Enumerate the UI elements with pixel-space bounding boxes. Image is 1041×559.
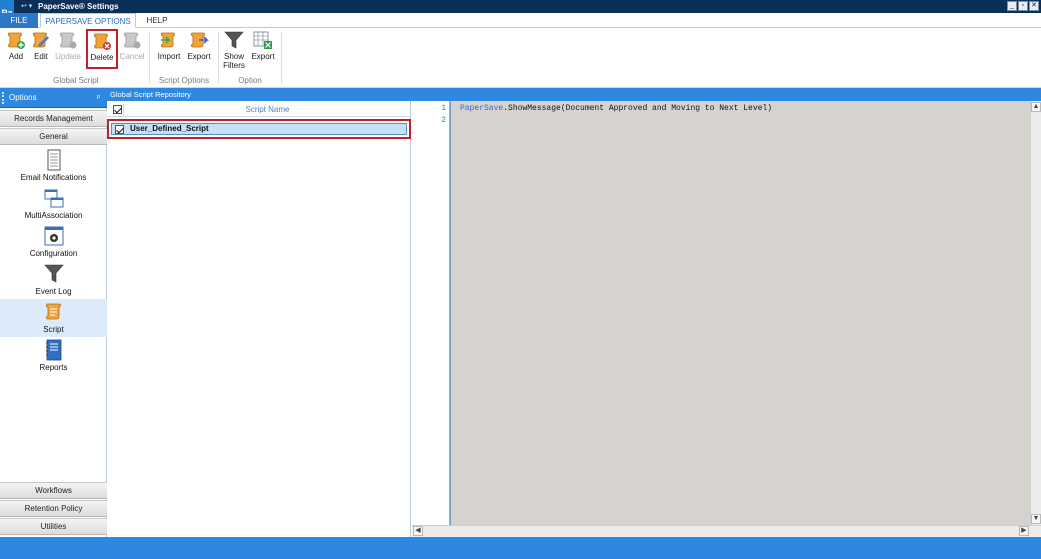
sidebar-item-configuration[interactable]: Configuration (0, 223, 107, 261)
cancel-label: Cancel (119, 52, 145, 61)
sidebar-item-label: Email Notifications (20, 173, 87, 182)
windows-icon (44, 189, 63, 208)
sidebar-item-email-notifications[interactable]: Email Notifications (0, 147, 107, 185)
sidebar-item-label: Configuration (29, 249, 78, 258)
line-number: 1 (441, 104, 446, 113)
ribbon: Add Edit Update Delete Cancel Global Scr… (0, 28, 1041, 88)
script-delete-icon (93, 33, 111, 50)
repository-title: Global Script Repository (110, 90, 191, 99)
export-button[interactable]: Export (185, 30, 213, 66)
script-cancel-icon (123, 32, 141, 49)
edit-button[interactable]: Edit (27, 30, 55, 66)
add-label: Add (8, 52, 24, 61)
sidebar-item-script[interactable]: Script (0, 299, 107, 337)
cancel-button[interactable]: Cancel (118, 30, 146, 66)
sidebar-item-reports[interactable]: Reports (0, 337, 107, 375)
tab-papersave-options[interactable]: PAPERSAVE OPTIONS (40, 13, 136, 28)
import-label: Import (157, 52, 181, 61)
options-header: Options ᵖ (0, 88, 107, 108)
group-label-global-script: Global Script (53, 76, 99, 85)
grid-export-label: Export (251, 52, 275, 61)
sidebar-item-event-log[interactable]: Event Log (0, 261, 107, 299)
update-button[interactable]: Update (54, 30, 82, 66)
nav-section-retention-policy[interactable]: Retention Policy (0, 500, 107, 517)
ribbon-tabs: FILE PAPERSAVE OPTIONS HELP (0, 13, 1041, 28)
delete-label: Delete (90, 53, 114, 62)
grid-export-button[interactable]: Export (249, 30, 277, 66)
line-number-gutter: 1 2 (412, 101, 450, 525)
title-bar: ↩ ▾ PaperSave® Settings _ ▫ ✕ (0, 0, 1041, 13)
show-filters-label-1: Show (223, 52, 244, 61)
show-filters-label-2: Filters (223, 61, 245, 70)
group-label-option: Option (238, 76, 262, 85)
edit-label: Edit (34, 52, 48, 61)
import-button[interactable]: Import (155, 30, 183, 66)
select-all-checkbox[interactable] (113, 105, 122, 114)
options-sidebar: Options ᵖ Records Management General Ema… (0, 88, 107, 538)
tab-help[interactable]: HELP (140, 13, 174, 28)
sidebar-item-label: Reports (39, 363, 68, 372)
delete-button[interactable]: Delete (86, 29, 118, 69)
scroll-up-icon[interactable]: ▲ (1031, 102, 1041, 112)
sidebar-item-label: Script (43, 325, 64, 334)
sidebar-item-label: MultiAssociation (24, 211, 83, 220)
script-add-icon (7, 32, 25, 49)
horizontal-scrollbar[interactable]: ◀ ▶ (412, 525, 1041, 537)
script-export-icon (190, 32, 209, 48)
gear-icon (44, 226, 63, 246)
window-controls: _ ▫ ✕ (1007, 1, 1039, 11)
add-button[interactable]: Add (2, 30, 30, 66)
ribbon-separator (149, 32, 150, 84)
code-call: .ShowMessage(Document Approved and Movin… (503, 104, 773, 113)
nav-section-utilities[interactable]: Utilities (0, 518, 107, 535)
group-label-script-options: Script Options (158, 76, 210, 85)
funnel-icon (43, 264, 64, 283)
sidebar-item-multiassociation[interactable]: MultiAssociation (0, 185, 107, 223)
line-number: 2 (441, 116, 446, 125)
script-name-cell: User_Defined_Script (130, 124, 209, 133)
script-edit-icon (32, 32, 49, 48)
scroll-left-icon[interactable]: ◀ (413, 526, 423, 536)
restore-button[interactable]: ▫ (1018, 1, 1028, 11)
window-title: PaperSave® Settings (38, 2, 119, 11)
nav-section-records-management[interactable]: Records Management (0, 110, 107, 127)
table-row[interactable]: User_Defined_Script (111, 123, 407, 135)
nav-section-workflows[interactable]: Workflows (0, 482, 107, 499)
close-button[interactable]: ✕ (1029, 1, 1039, 11)
tab-file[interactable]: FILE (0, 13, 38, 28)
script-update-icon (59, 32, 77, 49)
selected-row-outline: User_Defined_Script (107, 119, 411, 139)
document-icon (47, 149, 60, 171)
show-filters-button[interactable]: Show Filters (220, 30, 248, 70)
sidebar-item-label: Event Log (35, 287, 72, 296)
gutter-divider (450, 101, 451, 525)
export-label: Export (187, 52, 211, 61)
options-header-label: Options (9, 93, 37, 102)
ribbon-separator (218, 32, 219, 84)
update-label: Update (55, 52, 81, 61)
script-import-icon (160, 32, 175, 48)
pin-icon[interactable]: ᵖ (97, 88, 100, 108)
notebook-icon (45, 339, 61, 361)
grid-header: Script Name (107, 103, 411, 117)
script-editor[interactable]: 1 2 PaperSave.ShowMessage(Document Appro… (412, 101, 1041, 537)
row-checkbox[interactable] (115, 125, 124, 134)
column-header-script-name[interactable]: Script Name (123, 104, 411, 116)
scroll-right-icon[interactable]: ▶ (1019, 526, 1029, 536)
status-bar (0, 537, 1041, 559)
filter-icon (224, 31, 244, 49)
code-line[interactable]: PaperSave.ShowMessage(Document Approved … (460, 104, 772, 113)
minimize-button[interactable]: _ (1007, 1, 1017, 11)
grip-icon (2, 92, 4, 104)
scroll-icon (45, 303, 61, 320)
code-object: PaperSave (460, 104, 504, 113)
quick-access-toolbar[interactable]: ↩ ▾ (21, 2, 32, 10)
nav-section-general[interactable]: General (0, 128, 107, 145)
scroll-down-icon[interactable]: ▼ (1031, 514, 1041, 524)
script-grid: Script Name User_Defined_Script (107, 101, 411, 537)
vertical-scrollbar[interactable]: ▲ ▼ (1030, 101, 1041, 525)
grid-export-icon (253, 31, 272, 49)
ribbon-separator (281, 32, 282, 84)
